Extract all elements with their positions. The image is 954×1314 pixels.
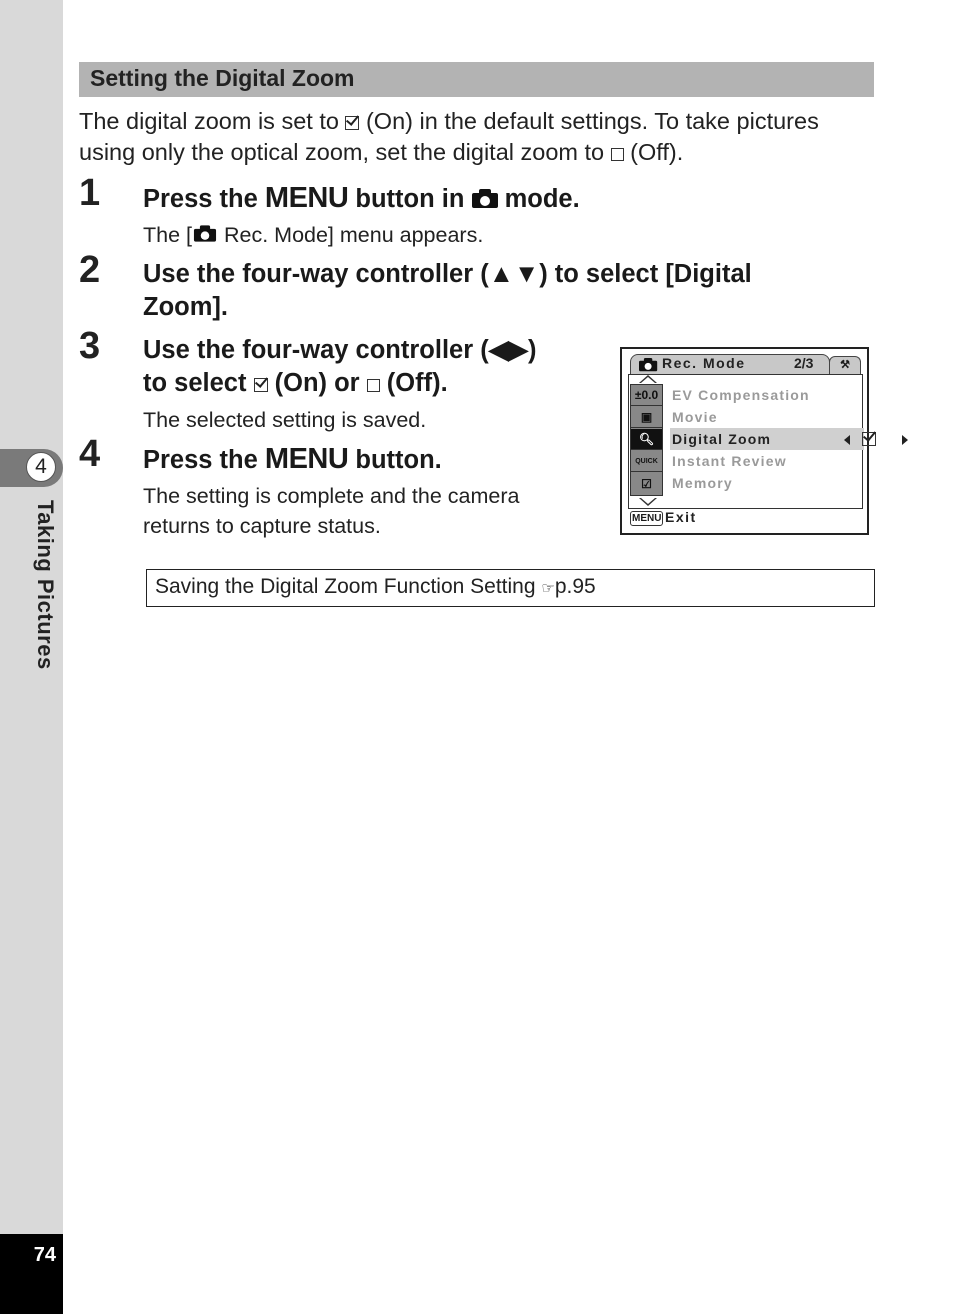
step-description: The selected setting is saved. [143,408,427,432]
memory-icon: ☑ [641,476,652,491]
step-text: Use the four-way controller (◀▶) [143,336,537,364]
right-arrow-icon [902,435,908,445]
camera-lcd-screen: Rec. Mode 2/3 ⚒ ±0.0 ▣ 🔍︎ QUICK ☑ EV Com… [620,347,908,535]
lcd-menu-item: Movie [672,409,718,425]
step-text: button in [348,185,472,213]
lcd-tab-title: Rec. Mode [662,355,746,371]
ev-compensation-icon: ±0.0 [631,385,662,406]
step-description: The setting is complete and the camera re… [143,481,519,541]
step-title: Use the four-way controller (◀▶) to selec… [143,334,536,400]
step-title: Use the four-way controller (▲▼) to sele… [143,258,752,324]
chapter-title: Taking Pictures [33,500,58,670]
lcd-icon-column: ±0.0 ▣ 🔍︎ QUICK ☑ [630,384,663,496]
lcd-exit-label: Exit [665,509,697,525]
step-text: to select [143,369,254,397]
checkbox-off-icon [610,148,624,161]
checkbox-off-icon [366,379,380,392]
step-desc-text: The [ [143,223,192,247]
section-title: Setting the Digital Zoom [90,65,355,91]
step-text: Zoom]. [143,293,228,321]
step-text: mode. [497,185,580,213]
camera-icon [193,225,217,242]
step-desc-text: returns to capture status. [143,514,381,538]
intro-text: (Off). [623,139,684,165]
digital-zoom-icon: 🔍︎ [631,429,662,450]
movie-icon: ▣ [631,407,662,428]
wrench-icon: ⚒ [829,356,861,374]
reference-page-link[interactable]: p.95 [555,575,596,598]
step-number: 3 [79,325,101,367]
checkbox-on-icon [862,432,876,446]
pointing-hand-icon: ☞ [541,580,555,597]
step-description: The [ Rec. Mode] menu appears. [143,220,483,250]
intro-paragraph: The digital zoom is set to (On) in the d… [79,106,879,168]
step-desc-text: Rec. Mode] menu appears. [218,223,484,247]
step-desc-text: The setting is complete and the camera [143,484,520,508]
step-text: Press the [143,185,265,213]
lcd-page-indicator: 2/3 [794,355,814,371]
intro-text: The digital zoom is set to [79,108,346,134]
lcd-menu-item: EV Compensation [672,387,810,403]
step-text: (On) or [267,369,367,397]
reference-box: Saving the Digital Zoom Function Setting… [146,569,875,607]
scroll-down-icon [639,498,657,506]
step-number: 1 [79,172,101,214]
menu-button-label: MENU [264,443,349,475]
reference-label: Saving the Digital Zoom Function Setting [155,575,542,598]
lcd-menu-item-selected: Digital Zoom [670,428,908,450]
checkbox-on-icon [345,116,360,130]
step-number: 4 [79,433,101,475]
lcd-menu-item: Instant Review [672,453,787,469]
step-text: Press the [143,446,265,474]
step-title: Press the MENU button in mode. [143,182,580,216]
step-text: button. [348,446,442,474]
reference-text: Saving the Digital Zoom Function Setting… [155,575,596,599]
checkbox-on-icon [253,378,268,392]
step-number: 2 [79,249,101,291]
instant-review-icon: QUICK [631,451,662,472]
lcd-menu-item: Memory [672,475,733,491]
menu-button-icon: MENU [630,511,664,526]
step-text: Use the four-way controller (▲▼) to sele… [143,260,752,288]
chapter-number: 4 [26,452,56,482]
page-number: 74 [33,1244,56,1266]
camera-icon [471,189,498,208]
step-text: (Off). [379,369,448,397]
lcd-menu-item-label: Digital Zoom [672,431,772,447]
scroll-up-icon [639,375,657,383]
step-title: Press the MENU button. [143,443,442,477]
camera-icon [639,358,658,374]
menu-button-label: MENU [264,182,349,214]
left-arrow-icon [844,435,850,445]
